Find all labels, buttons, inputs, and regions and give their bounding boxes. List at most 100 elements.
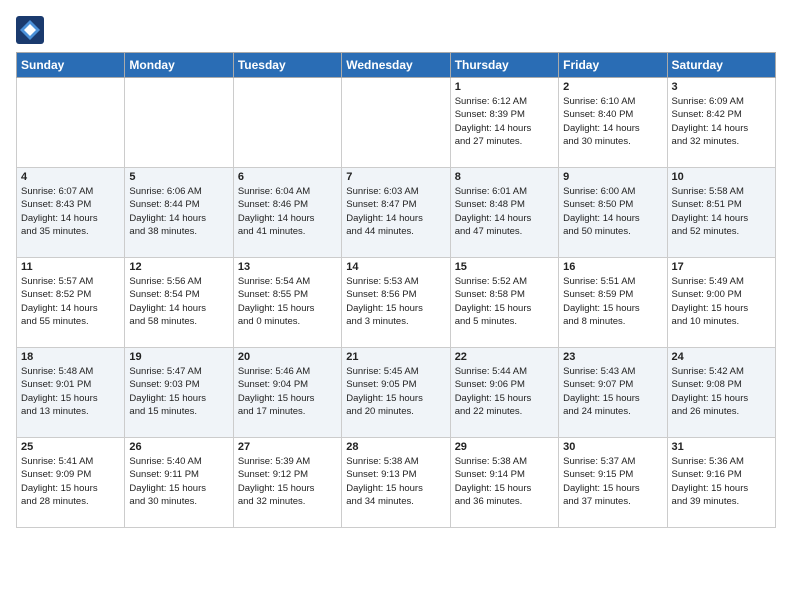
day-cell: 30 Sunrise: 5:37 AM Sunset: 9:15 PM Dayli… <box>559 438 667 528</box>
day-cell: 20Sunrise: 5:46 AM Sunset: 9:04 PM Dayli… <box>233 348 341 438</box>
day-number: 24 <box>672 351 771 363</box>
day-cell <box>233 78 341 168</box>
day-info: Sunrise: 6:10 AM Sunset: 8:40 PM Dayligh… <box>563 95 662 148</box>
day-cell: 7Sunrise: 6:03 AM Sunset: 8:47 PM Daylig… <box>342 168 450 258</box>
day-cell: 23 Sunrise: 5:43 AM Sunset: 9:07 PM Dayli… <box>559 348 667 438</box>
day-info: Sunrise: 5:45 AM Sunset: 9:05 PM Dayligh… <box>346 365 445 418</box>
day-info: Sunrise: 5:40 AM Sunset: 9:11 PM Dayligh… <box>129 455 228 508</box>
day-cell: 26 Sunrise: 5:40 AM Sunset: 9:11 PM Dayli… <box>125 438 233 528</box>
day-info: Sunrise: 5:41 AM Sunset: 9:09 PM Dayligh… <box>21 455 120 508</box>
logo-icon <box>16 16 44 44</box>
page-header <box>16 16 776 44</box>
day-number: 30 <box>563 441 662 453</box>
day-cell <box>342 78 450 168</box>
day-cell: 15 Sunrise: 5:52 AM Sunset: 8:58 PM Dayli… <box>450 258 558 348</box>
calendar-table: SundayMondayTuesdayWednesdayThursdayFrid… <box>16 52 776 528</box>
day-cell: 10 Sunrise: 5:58 AM Sunset: 8:51 PM Dayli… <box>667 168 775 258</box>
day-cell: 19 Sunrise: 5:47 AM Sunset: 9:03 PM Dayli… <box>125 348 233 438</box>
week-row-5: 25 Sunrise: 5:41 AM Sunset: 9:09 PM Dayli… <box>17 438 776 528</box>
day-cell: 31 Sunrise: 5:36 AM Sunset: 9:16 PM Dayli… <box>667 438 775 528</box>
day-number: 15 <box>455 261 554 273</box>
day-info: Sunrise: 6:00 AM Sunset: 8:50 PM Dayligh… <box>563 185 662 238</box>
day-info: Sunrise: 6:01 AM Sunset: 8:48 PM Dayligh… <box>455 185 554 238</box>
day-number: 13 <box>238 261 337 273</box>
day-number: 31 <box>672 441 771 453</box>
day-info: Sunrise: 5:49 AM Sunset: 9:00 PM Dayligh… <box>672 275 771 328</box>
day-info: Sunrise: 5:54 AM Sunset: 8:55 PM Dayligh… <box>238 275 337 328</box>
day-info: Sunrise: 5:38 AM Sunset: 9:14 PM Dayligh… <box>455 455 554 508</box>
day-cell: 8Sunrise: 6:01 AM Sunset: 8:48 PM Daylig… <box>450 168 558 258</box>
day-number: 7 <box>346 171 445 183</box>
day-cell: 13 Sunrise: 5:54 AM Sunset: 8:55 PM Dayli… <box>233 258 341 348</box>
day-info: Sunrise: 5:52 AM Sunset: 8:58 PM Dayligh… <box>455 275 554 328</box>
day-cell: 24 Sunrise: 5:42 AM Sunset: 9:08 PM Dayli… <box>667 348 775 438</box>
logo <box>16 16 46 44</box>
header-cell-friday: Friday <box>559 53 667 78</box>
day-info: Sunrise: 5:46 AM Sunset: 9:04 PM Dayligh… <box>238 365 337 418</box>
day-info: Sunrise: 5:37 AM Sunset: 9:15 PM Dayligh… <box>563 455 662 508</box>
day-cell: 5Sunrise: 6:06 AM Sunset: 8:44 PM Daylig… <box>125 168 233 258</box>
day-cell <box>17 78 125 168</box>
day-cell <box>125 78 233 168</box>
day-number: 18 <box>21 351 120 363</box>
day-cell: 2 Sunrise: 6:10 AM Sunset: 8:40 PM Daylig… <box>559 78 667 168</box>
day-info: Sunrise: 6:09 AM Sunset: 8:42 PM Dayligh… <box>672 95 771 148</box>
header-cell-thursday: Thursday <box>450 53 558 78</box>
day-cell: 16Sunrise: 5:51 AM Sunset: 8:59 PM Dayli… <box>559 258 667 348</box>
day-number: 2 <box>563 81 662 93</box>
day-number: 28 <box>346 441 445 453</box>
header-row: SundayMondayTuesdayWednesdayThursdayFrid… <box>17 53 776 78</box>
day-info: Sunrise: 5:58 AM Sunset: 8:51 PM Dayligh… <box>672 185 771 238</box>
day-info: Sunrise: 5:51 AM Sunset: 8:59 PM Dayligh… <box>563 275 662 328</box>
day-info: Sunrise: 5:38 AM Sunset: 9:13 PM Dayligh… <box>346 455 445 508</box>
day-info: Sunrise: 5:57 AM Sunset: 8:52 PM Dayligh… <box>21 275 120 328</box>
day-info: Sunrise: 6:12 AM Sunset: 8:39 PM Dayligh… <box>455 95 554 148</box>
day-info: Sunrise: 5:44 AM Sunset: 9:06 PM Dayligh… <box>455 365 554 418</box>
day-number: 23 <box>563 351 662 363</box>
day-cell: 14 Sunrise: 5:53 AM Sunset: 8:56 PM Dayli… <box>342 258 450 348</box>
day-number: 5 <box>129 171 228 183</box>
day-number: 25 <box>21 441 120 453</box>
day-number: 22 <box>455 351 554 363</box>
day-cell: 6 Sunrise: 6:04 AM Sunset: 8:46 PM Daylig… <box>233 168 341 258</box>
day-cell: 28 Sunrise: 5:38 AM Sunset: 9:13 PM Dayli… <box>342 438 450 528</box>
week-row-4: 18 Sunrise: 5:48 AM Sunset: 9:01 PM Dayli… <box>17 348 776 438</box>
week-row-3: 11 Sunrise: 5:57 AM Sunset: 8:52 PM Dayli… <box>17 258 776 348</box>
day-info: Sunrise: 5:39 AM Sunset: 9:12 PM Dayligh… <box>238 455 337 508</box>
day-cell: 3 Sunrise: 6:09 AM Sunset: 8:42 PM Daylig… <box>667 78 775 168</box>
day-info: Sunrise: 5:36 AM Sunset: 9:16 PM Dayligh… <box>672 455 771 508</box>
day-number: 10 <box>672 171 771 183</box>
day-cell: 9Sunrise: 6:00 AM Sunset: 8:50 PM Daylig… <box>559 168 667 258</box>
day-number: 17 <box>672 261 771 273</box>
week-row-2: 4Sunrise: 6:07 AM Sunset: 8:43 PM Daylig… <box>17 168 776 258</box>
day-info: Sunrise: 5:48 AM Sunset: 9:01 PM Dayligh… <box>21 365 120 418</box>
header-cell-sunday: Sunday <box>17 53 125 78</box>
day-number: 3 <box>672 81 771 93</box>
day-number: 27 <box>238 441 337 453</box>
day-cell: 12Sunrise: 5:56 AM Sunset: 8:54 PM Dayli… <box>125 258 233 348</box>
day-cell: 4Sunrise: 6:07 AM Sunset: 8:43 PM Daylig… <box>17 168 125 258</box>
header-cell-saturday: Saturday <box>667 53 775 78</box>
week-row-1: 1 Sunrise: 6:12 AM Sunset: 8:39 PM Daylig… <box>17 78 776 168</box>
day-info: Sunrise: 5:53 AM Sunset: 8:56 PM Dayligh… <box>346 275 445 328</box>
day-info: Sunrise: 5:42 AM Sunset: 9:08 PM Dayligh… <box>672 365 771 418</box>
day-cell: 17 Sunrise: 5:49 AM Sunset: 9:00 PM Dayli… <box>667 258 775 348</box>
day-info: Sunrise: 6:04 AM Sunset: 8:46 PM Dayligh… <box>238 185 337 238</box>
day-number: 19 <box>129 351 228 363</box>
day-number: 11 <box>21 261 120 273</box>
day-number: 14 <box>346 261 445 273</box>
day-info: Sunrise: 5:47 AM Sunset: 9:03 PM Dayligh… <box>129 365 228 418</box>
day-number: 26 <box>129 441 228 453</box>
day-number: 6 <box>238 171 337 183</box>
day-cell: 22 Sunrise: 5:44 AM Sunset: 9:06 PM Dayli… <box>450 348 558 438</box>
day-info: Sunrise: 5:43 AM Sunset: 9:07 PM Dayligh… <box>563 365 662 418</box>
day-number: 12 <box>129 261 228 273</box>
day-number: 1 <box>455 81 554 93</box>
day-cell: 21Sunrise: 5:45 AM Sunset: 9:05 PM Dayli… <box>342 348 450 438</box>
header-cell-monday: Monday <box>125 53 233 78</box>
header-cell-wednesday: Wednesday <box>342 53 450 78</box>
day-number: 4 <box>21 171 120 183</box>
day-cell: 11 Sunrise: 5:57 AM Sunset: 8:52 PM Dayli… <box>17 258 125 348</box>
day-cell: 18 Sunrise: 5:48 AM Sunset: 9:01 PM Dayli… <box>17 348 125 438</box>
day-cell: 1 Sunrise: 6:12 AM Sunset: 8:39 PM Daylig… <box>450 78 558 168</box>
